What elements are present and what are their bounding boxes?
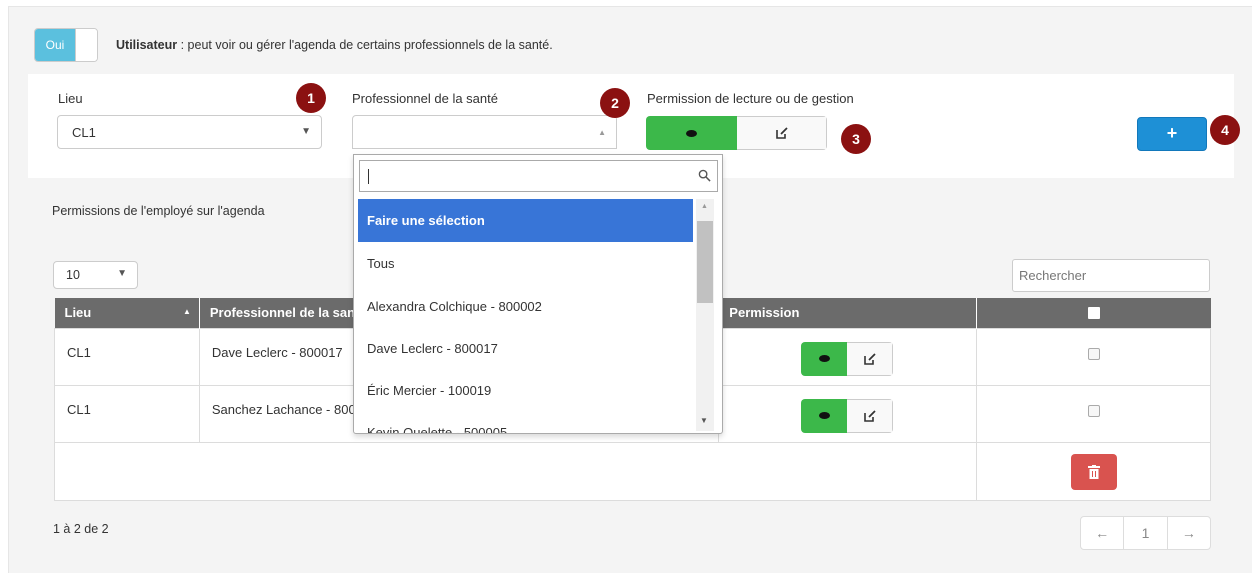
edit-icon [863, 409, 876, 422]
step-badge-1: 1 [296, 83, 326, 113]
user-role-desc: : peut voir ou gérer l'agenda de certain… [177, 38, 553, 52]
pager-next-button[interactable]: → [1166, 517, 1210, 549]
column-header-lieu[interactable]: Lieu ▲ [54, 298, 200, 328]
dropdown-option[interactable]: Faire une sélection [358, 199, 693, 242]
pager-prev-button[interactable]: ← [1081, 517, 1123, 549]
chevron-up-icon: ▲ [598, 128, 606, 137]
dropdown-search-input[interactable] [359, 160, 718, 192]
add-permission-button[interactable]: + [1137, 117, 1207, 151]
cell-lieu: CL1 [54, 327, 200, 386]
read-permission-button[interactable] [801, 341, 848, 376]
dropdown-option[interactable]: Kevin Ouelette - 500005 [358, 411, 693, 433]
dropdown-option[interactable]: Dave Leclerc - 800017 [358, 327, 693, 370]
step-badge-3: 3 [841, 124, 871, 154]
step-badge-4: 4 [1210, 115, 1240, 145]
pager-page-1[interactable]: 1 [1123, 517, 1166, 549]
page-length-select[interactable]: 10 ▼ [53, 261, 138, 289]
scroll-down-icon[interactable]: ▼ [700, 416, 708, 425]
row-permission-group [801, 398, 894, 433]
cell-permission [718, 384, 978, 443]
row-permission-group [801, 341, 894, 376]
dropdown-option[interactable]: Tous [358, 242, 693, 285]
cell-permission [718, 327, 978, 386]
cell-select [976, 384, 1211, 443]
permission-toggle-group [646, 116, 827, 150]
lieu-label: Lieu [58, 91, 83, 106]
chevron-down-icon: ▼ [117, 268, 127, 279]
scrollbar-thumb[interactable] [697, 221, 713, 303]
dropdown-scrollbar[interactable]: ▲ ▼ [696, 199, 714, 431]
trash-icon [1087, 464, 1100, 479]
eye-icon [686, 129, 697, 137]
text-caret [368, 169, 369, 184]
manage-permission-button[interactable] [847, 341, 894, 376]
chevron-down-icon: ▼ [301, 126, 311, 137]
table-search-placeholder: Rechercher [1019, 268, 1087, 283]
pagination: ← 1 → [1080, 516, 1211, 550]
column-header-select-all[interactable] [976, 298, 1211, 328]
table-info: 1 à 2 de 2 [53, 522, 109, 536]
table-footer-row [53, 441, 1211, 501]
row-checkbox[interactable] [1087, 404, 1100, 417]
toggle-on-label: Oui [35, 29, 75, 61]
manage-permission-button[interactable] [737, 116, 827, 150]
cell-select [976, 327, 1211, 386]
pro-select[interactable]: ▲ [352, 115, 617, 149]
cell-lieu: CL1 [54, 384, 200, 443]
dropdown-option[interactable]: Éric Mercier - 100019 [358, 369, 693, 412]
permission-label: Permission de lecture ou de gestion [647, 91, 854, 106]
toggle-knob [75, 29, 97, 61]
edit-icon [863, 352, 876, 365]
manage-permission-button[interactable] [847, 398, 894, 433]
step-badge-2: 2 [600, 88, 630, 118]
search-icon [698, 169, 711, 182]
read-permission-button[interactable] [646, 116, 737, 150]
lieu-select-value: CL1 [72, 125, 96, 140]
user-description: Utilisateur : peut voir ou gérer l'agend… [116, 38, 553, 52]
sort-asc-icon: ▲ [182, 307, 191, 316]
user-role: Utilisateur [116, 38, 178, 52]
select-all-checkbox[interactable] [1087, 306, 1100, 319]
scroll-up-icon[interactable]: ▲ [701, 203, 708, 210]
page-length-value: 10 [66, 268, 80, 282]
column-header-permission[interactable]: Permission [718, 298, 978, 328]
eye-icon [818, 412, 830, 419]
row-checkbox[interactable] [1087, 347, 1100, 360]
edit-icon [775, 127, 788, 139]
pro-label: Professionnel de la santé [352, 91, 498, 106]
footer-empty-cell [53, 441, 978, 501]
permissions-title: Permissions de l'employé sur l'agenda [52, 204, 265, 218]
pro-dropdown: Faire une sélection Tous Alexandra Colch… [353, 154, 723, 434]
footer-action-cell [976, 441, 1211, 501]
lieu-select[interactable]: CL1 ▼ [57, 115, 322, 149]
user-toggle[interactable]: Oui [34, 28, 98, 62]
delete-selected-button[interactable] [1070, 453, 1117, 490]
eye-icon [818, 355, 830, 362]
dropdown-option[interactable]: Alexandra Colchique - 800002 [358, 285, 693, 328]
read-permission-button[interactable] [801, 398, 848, 433]
table-search-input[interactable]: Rechercher [1012, 259, 1210, 292]
